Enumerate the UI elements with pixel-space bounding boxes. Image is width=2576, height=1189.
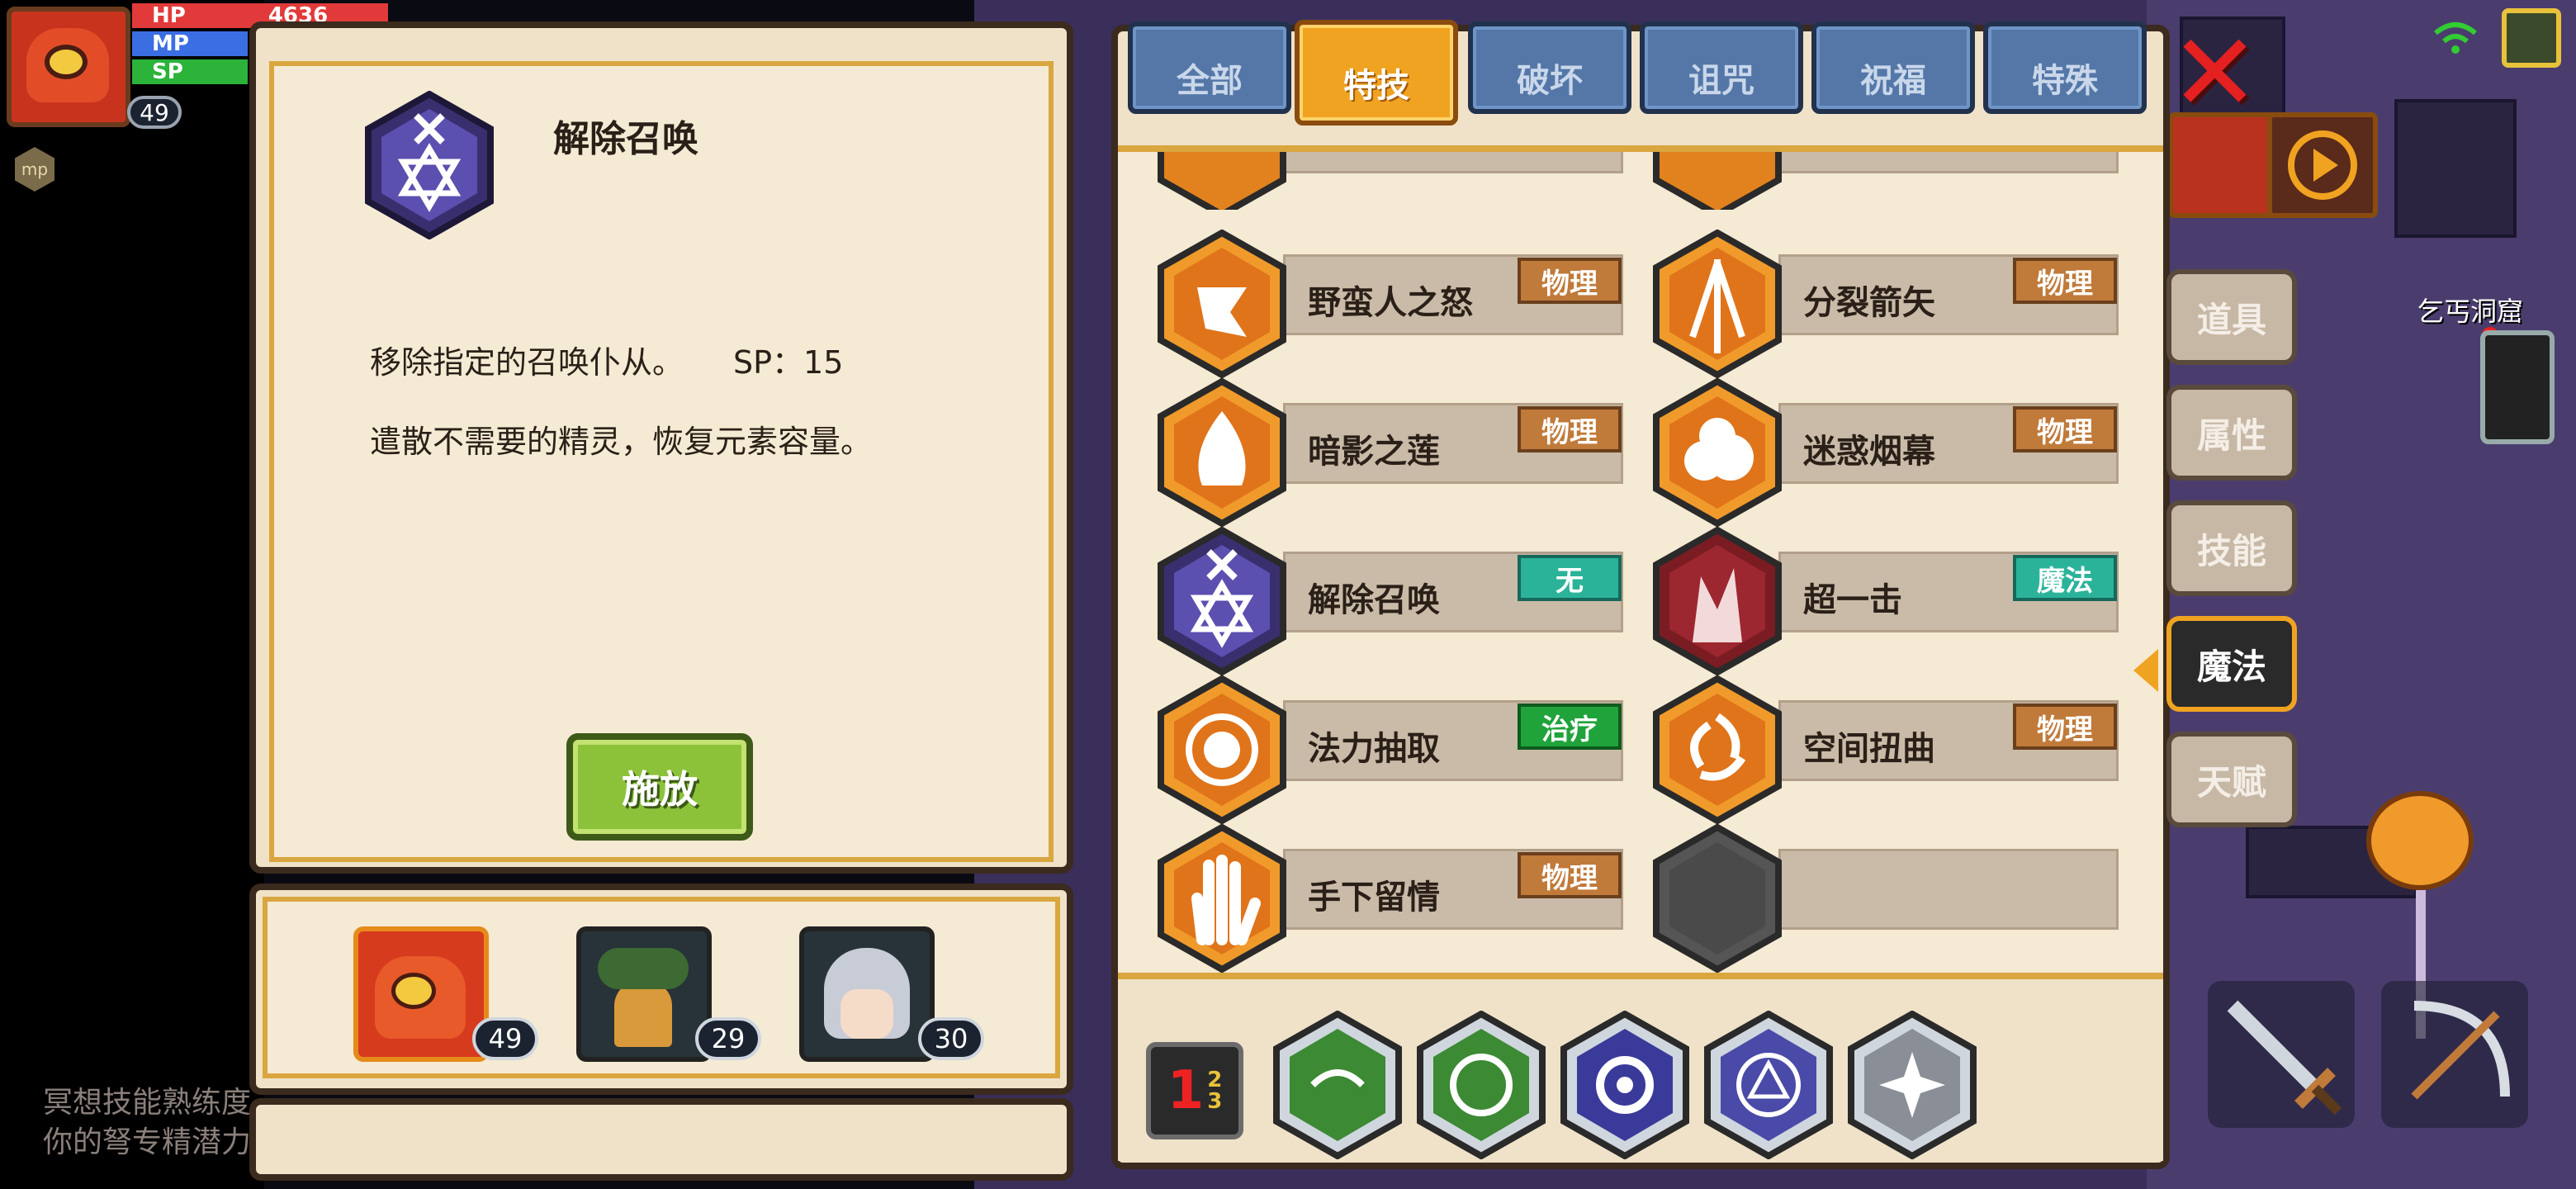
shadow-lotus-flame-icon[interactable] [1156,378,1288,527]
bottom-left-panel [249,1098,1073,1181]
mp-label: MP [152,31,189,56]
page-3: 3 [1207,1089,1223,1114]
side-tab-talent[interactable]: 天赋 [2166,732,2297,827]
skill-name-barbarian-fury: 野蛮人之怒 [1308,284,1473,322]
skill-tag-physical: 物理 [2013,258,2117,304]
skill-grid: 野蛮人之怒 物理 分裂箭矢 物理 暗影之莲 物理 迷惑烟幕 物理 解除召唤 无 … [1118,145,2163,979]
lion-eye-icon [391,973,436,1009]
play-icon [2288,130,2357,200]
partial-skill-icon [1653,152,1782,210]
skill-tag-physical: 物理 [2013,703,2117,750]
wind-element-icon[interactable] [1271,1011,1404,1159]
skill-tag-none: 无 [1518,555,1622,601]
space-warp-icon[interactable] [1651,675,1783,824]
wifi-icon [2431,20,2480,56]
skill-name-shadow-lotus: 暗影之莲 [1308,433,1440,471]
sp-label: SP [152,59,183,84]
skill-name-smoke-screen: 迷惑烟幕 [1803,433,1935,471]
split-arrow-icon[interactable] [1651,230,1783,378]
girl-face-icon [841,989,893,1039]
skill-tag-physical: 物理 [1518,852,1622,898]
team-member-3[interactable] [799,926,935,1062]
sword-icon [2227,1000,2342,1116]
page-others: 23 [1207,1069,1222,1112]
partial-skill-icon [1158,152,1286,210]
page-toggle-button[interactable]: 1 23 [1146,1042,1243,1139]
play-button[interactable] [2267,112,2378,218]
skill-lore: 遣散不需要的精灵，恢复元素容量。 [370,424,873,460]
tab-special[interactable]: 特殊 [1983,21,2147,114]
mana-drain-icon[interactable] [1156,675,1288,824]
team-member-1-level: 49 [472,1017,538,1060]
weapon-slot-sword[interactable] [2208,981,2355,1128]
player-portrait[interactable] [7,7,130,127]
skill-slot-empty[interactable] [1778,849,2119,930]
skill-tag-heal: 治疗 [1518,703,1622,750]
skill-name-split-arrow: 分裂箭矢 [1803,284,1935,322]
team-member-3-level: 30 [918,1017,984,1060]
pumpkin-lantern-icon [2366,791,2474,890]
skill-name-super-strike: 超一击 [1803,581,1902,619]
skill-bar-partial [1778,152,2119,173]
bell-pet-icon [614,981,672,1047]
skill-bar-partial [1283,152,1623,173]
wall-tile [2394,99,2517,238]
sp-cost: SP：15 [733,344,844,381]
skill-name-space-warp: 空间扭曲 [1803,730,1935,768]
void-element-icon[interactable] [1559,1011,1691,1159]
team-member-1[interactable] [353,926,489,1062]
skill-tag-physical: 物理 [1518,258,1622,304]
arcane-element-icon[interactable] [1702,1011,1835,1159]
lion-eye [45,45,88,79]
description-text: 移除指定的召唤仆从。 [370,344,684,381]
empty-slot-icon[interactable] [1651,824,1783,973]
skill-name-dismiss-summon: 解除召唤 [1308,581,1440,619]
chat-line-1: 冥想技能熟练度 [43,1086,252,1120]
hp-label: HP [152,3,186,28]
chat-line-2: 你的弩专精潜力 [43,1125,252,1159]
tab-destroy[interactable]: 破坏 [1468,21,1631,114]
shuriken-element-icon[interactable] [1846,1011,1978,1159]
tab-curse[interactable]: 诅咒 [1640,21,1803,114]
skill-name-mana-drain: 法力抽取 [1308,730,1440,768]
page-2: 2 [1207,1068,1223,1092]
leaf-crown-icon [598,948,689,989]
side-tab-items[interactable]: 道具 [2166,269,2297,365]
fullscreen-icon[interactable] [2502,8,2561,68]
side-tab-magic[interactable]: 魔法 [2166,616,2297,712]
cast-button[interactable]: 施放 [566,733,753,841]
skill-name-mercy-hand: 手下留情 [1308,879,1440,917]
team-member-2[interactable] [576,926,712,1062]
active-tab-arrow [2133,649,2158,692]
mp-bar: MP [132,31,248,56]
page-current: 1 [1167,1060,1205,1121]
tab-special-skill[interactable]: 特技 [1295,20,1458,126]
skill-description: 移除指定的召唤仆从。 SP：15 [370,337,843,382]
skill-tag-physical: 物理 [1518,406,1622,452]
close-icon[interactable]: ✕ [2170,19,2260,126]
skill-tag-magic: 魔法 [2013,555,2117,601]
sp-bar: SP [132,59,248,84]
side-tab-attributes[interactable]: 属性 [2166,385,2297,481]
side-tab-skills[interactable]: 技能 [2166,500,2297,596]
phone-icon[interactable] [2480,330,2555,444]
skill-tag-physical: 物理 [2013,406,2117,452]
barbarian-fury-icon[interactable] [1156,230,1288,378]
nature-element-icon[interactable] [1415,1011,1547,1159]
team-member-2-level: 29 [695,1017,761,1060]
super-strike-icon[interactable] [1651,527,1783,675]
tab-all[interactable]: 全部 [1128,21,1291,114]
mercy-hand-icon[interactable] [1156,824,1288,973]
player-level-badge: 49 [127,96,182,129]
dismiss-summon-detail-icon [365,91,494,239]
crossbow-icon [2411,1001,2510,1100]
weapon-slot-crossbow[interactable] [2381,981,2528,1128]
smoke-screen-icon[interactable] [1651,378,1783,527]
location-label: 乞丐洞窟 [2417,296,2524,327]
skill-detail-title: 解除召唤 [553,118,698,160]
dismiss-summon-icon[interactable] [1156,527,1288,675]
tab-blessing[interactable]: 祝福 [1811,21,1975,114]
